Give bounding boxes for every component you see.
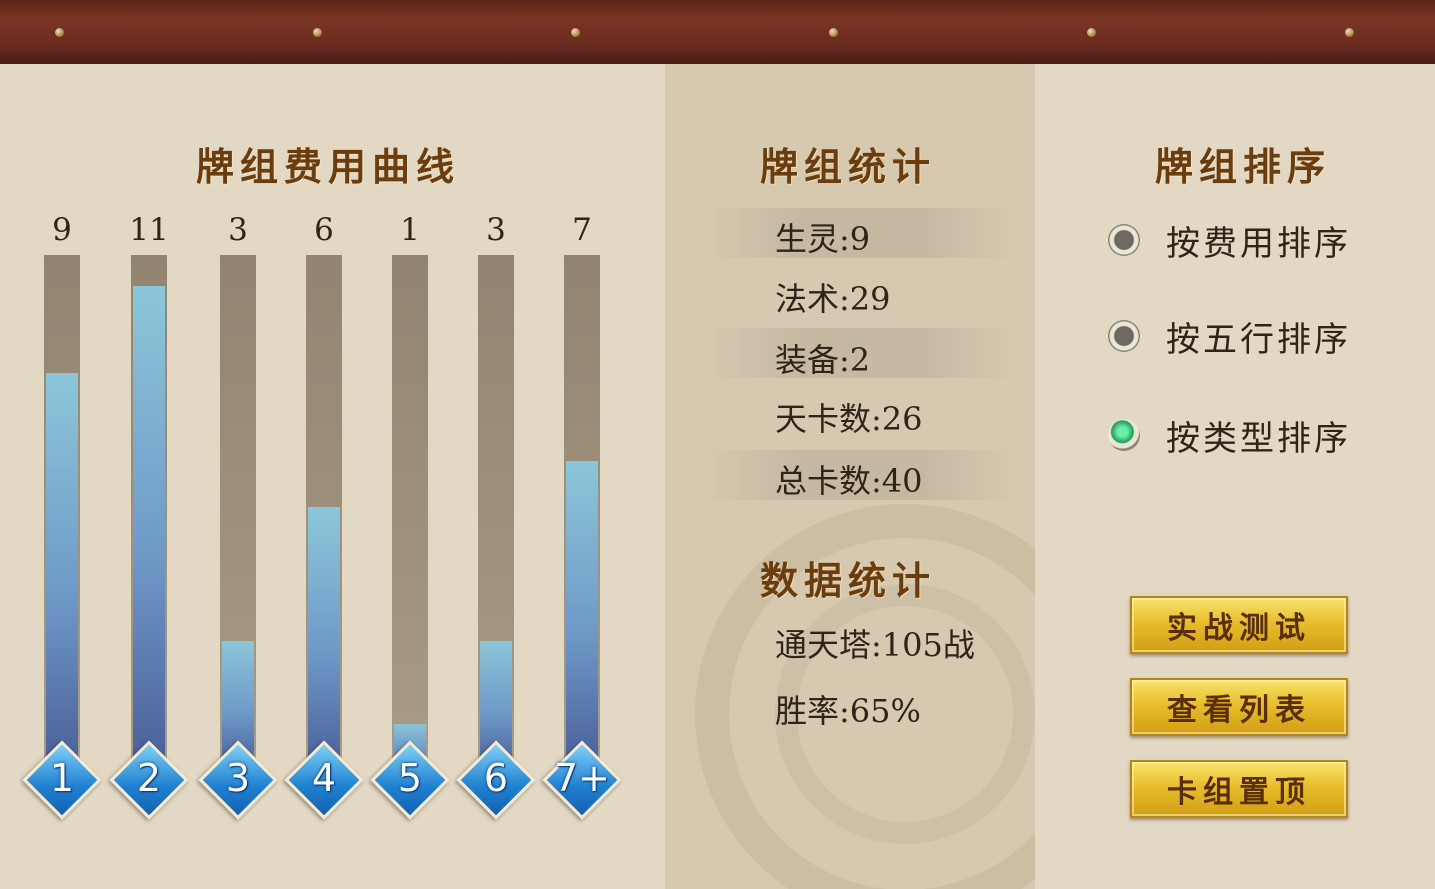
deck-sort-title: 牌组排序 bbox=[1155, 144, 1332, 189]
bar-count: 3 bbox=[486, 212, 506, 248]
data-stats-title: 数据统计 bbox=[760, 558, 937, 603]
bar-count: 3 bbox=[228, 212, 248, 248]
bar-count: 9 bbox=[52, 212, 72, 248]
cost-label: 5 bbox=[397, 756, 423, 800]
bar-fill bbox=[308, 507, 340, 770]
bar-count: 6 bbox=[314, 212, 334, 248]
cost-label: 2 bbox=[136, 756, 162, 800]
bar-fill bbox=[566, 461, 598, 770]
sort-by-cost-label[interactable]: 按费用排序 bbox=[1166, 216, 1351, 265]
sort-by-type-label[interactable]: 按类型排序 bbox=[1166, 411, 1351, 460]
rivet-icon bbox=[571, 28, 580, 37]
bar-track bbox=[478, 255, 514, 770]
view-list-button[interactable]: 查看列表 bbox=[1130, 678, 1348, 736]
bar-track bbox=[306, 255, 342, 770]
cost-label: 4 bbox=[311, 756, 337, 800]
bar-count: 7 bbox=[572, 212, 592, 248]
cost-label: 6 bbox=[483, 756, 509, 800]
sort-by-type-radio[interactable] bbox=[1108, 419, 1140, 451]
battle-test-button[interactable]: 实战测试 bbox=[1130, 596, 1348, 654]
sort-by-element-radio[interactable] bbox=[1108, 320, 1140, 352]
sort-by-element-label[interactable]: 按五行排序 bbox=[1166, 312, 1351, 361]
rivet-icon bbox=[1087, 28, 1096, 37]
bar-track bbox=[392, 255, 428, 770]
pin-deck-button[interactable]: 卡组置顶 bbox=[1130, 760, 1348, 818]
rivet-icon bbox=[829, 28, 838, 37]
cost-label: 7+ bbox=[553, 756, 611, 800]
bar-count: 11 bbox=[129, 212, 169, 248]
top-wood-bar bbox=[0, 0, 1435, 64]
stat-total-cards: 总卡数:40 bbox=[775, 462, 923, 500]
deck-stats-title: 牌组统计 bbox=[760, 144, 937, 189]
bar-track bbox=[564, 255, 600, 770]
cost-curve-title: 牌组费用曲线 bbox=[196, 144, 461, 189]
stat-tower-battles: 通天塔:105战 bbox=[775, 626, 975, 664]
stat-sky-cards: 天卡数:26 bbox=[775, 400, 923, 438]
bar-fill bbox=[46, 373, 78, 770]
stat-spells: 法术:29 bbox=[775, 280, 891, 318]
sort-by-cost-radio[interactable] bbox=[1108, 224, 1140, 256]
cost-label: 3 bbox=[225, 756, 251, 800]
rivet-icon bbox=[1345, 28, 1354, 37]
bar-track bbox=[44, 255, 80, 770]
stat-win-rate: 胜率:65% bbox=[775, 692, 921, 730]
rivet-icon bbox=[55, 28, 64, 37]
rivet-icon bbox=[313, 28, 322, 37]
bar-track bbox=[220, 255, 256, 770]
bar-track bbox=[131, 255, 167, 770]
stat-creatures: 生灵:9 bbox=[775, 220, 871, 258]
stat-equipment: 装备:2 bbox=[775, 341, 871, 379]
bar-count: 1 bbox=[400, 212, 420, 248]
bar-fill bbox=[133, 286, 165, 770]
cost-label: 1 bbox=[49, 756, 75, 800]
